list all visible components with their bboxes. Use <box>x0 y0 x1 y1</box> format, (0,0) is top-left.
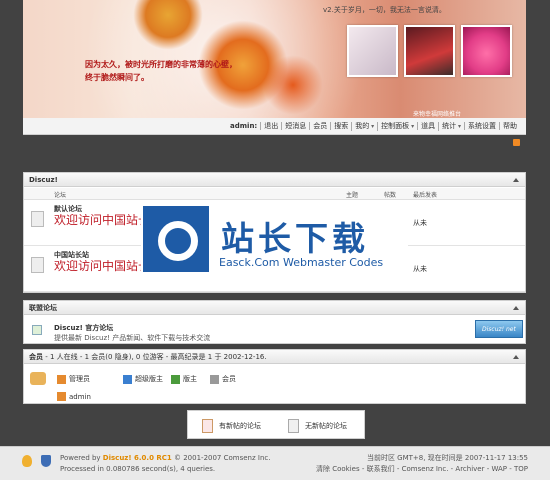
legend-nonew-label: 无新帖的论坛 <box>305 422 347 430</box>
banner-slogan-line1: 因为太久，被时光所打磨的非常薄的心壁， <box>85 60 237 69</box>
collapse-icon[interactable] <box>513 178 519 182</box>
discuz-logo-text: Discuz! net <box>482 326 516 333</box>
banner-thumb-3 <box>461 25 512 77</box>
forum-status-icon <box>31 211 44 227</box>
union-forum-name[interactable]: Discuz! 官方论坛 <box>54 323 113 333</box>
union-title[interactable]: 联盟论坛 <box>24 301 525 315</box>
online-title[interactable]: 会员 - 1 人在线 - 1 会员(0 隐身), 0 位游客 - 最高纪录是 1… <box>24 350 525 364</box>
legend-new-label: 有新帖的论坛 <box>219 422 261 430</box>
legend-label: 版主 <box>183 375 197 383</box>
watermark-logo-icon <box>143 206 209 272</box>
footer-links[interactable]: 清除 Cookies - 联系我们 - Comsenz Inc. - Archi… <box>316 465 528 473</box>
col-forum: 论坛 <box>54 192 67 199</box>
forum-icon-legend: 有新帖的论坛 无新帖的论坛 <box>187 410 365 439</box>
online-username: admin <box>69 392 91 401</box>
union-forum-description: 提供最新 Discuz! 产品新闻、软件下载与技术交流 <box>54 334 211 342</box>
category-title-text: Discuz! <box>29 176 58 184</box>
moderator-icon <box>171 374 180 384</box>
legend-label: 超级版主 <box>135 375 163 383</box>
powered-by: Powered by <box>60 454 103 462</box>
legend-admin: 管理员 <box>57 374 90 384</box>
forum-name[interactable]: 中国站长站 <box>54 250 89 260</box>
forum-last-post: 从未 <box>413 219 427 227</box>
watermark-subtitle: Easck.Com Webmaster Codes <box>219 256 384 269</box>
nav-stats[interactable]: 统计 <box>438 121 464 131</box>
user-group-icon <box>30 372 46 385</box>
nav-my[interactable]: 我的 <box>351 121 377 131</box>
banner-site-name: 来物幸福网络推台 <box>413 111 462 118</box>
header-banner: v2.关于岁月，一切，我无法一言说清。 因为太久，被时光所打磨的非常薄的心壁， … <box>23 0 526 118</box>
col-posts: 帖数 <box>384 192 397 199</box>
nav-system-settings[interactable]: 系统设置 <box>464 122 499 130</box>
footer: Powered by Discuz! 6.0.0 RC1 © 2001-2007… <box>0 446 550 480</box>
nav-control-panel[interactable]: 控制面板 <box>377 121 417 131</box>
rss-icon[interactable] <box>513 139 520 146</box>
online-stats: - 1 人在线 - 1 会员(0 隐身), 0 位游客 - 最高纪录是 1 于 … <box>43 353 267 361</box>
discuz-logo[interactable]: Discuz! net <box>475 320 523 338</box>
col-topics: 主题 <box>346 192 359 199</box>
nav-search[interactable]: 搜索 <box>330 122 351 130</box>
footer-right: 当前时区 GMT+8, 现在时间是 2007-11-17 13:55 清除 Co… <box>316 453 528 475</box>
nav-members[interactable]: 会员 <box>309 122 330 130</box>
category-title[interactable]: Discuz! <box>24 173 525 187</box>
legend-member: 会员 <box>210 374 236 384</box>
home-icon <box>32 325 42 335</box>
collapse-icon[interactable] <box>513 306 519 310</box>
super-moderator-icon <box>123 374 132 384</box>
member-icon <box>210 374 219 384</box>
forum-last-post: 从未 <box>413 265 427 273</box>
legend-moderator: 版主 <box>171 374 197 384</box>
watermark-title: 站长下载 <box>221 219 369 258</box>
username[interactable]: admin: <box>227 122 260 130</box>
legend-new-posts: 有新帖的论坛 <box>202 419 261 433</box>
nav-help[interactable]: 帮助 <box>499 122 520 130</box>
footer-left: Powered by Discuz! 6.0.0 RC1 © 2001-2007… <box>60 453 270 475</box>
user-nav: admin: 退出 短消息 会员 搜索 我的 控制面板 道具 统计 系统设置 帮… <box>23 118 526 135</box>
legend-no-new-posts: 无新帖的论坛 <box>288 419 347 433</box>
lightbulb-icon <box>22 455 32 467</box>
processing-info: Processed in 0.080786 second(s), 4 queri… <box>60 465 216 473</box>
online-label: 会员 <box>29 353 43 361</box>
nav-logout[interactable]: 退出 <box>260 122 281 130</box>
legend-label: 会员 <box>222 375 236 383</box>
banner-poem: v2.关于岁月，一切，我无法一言说清。 <box>323 6 446 14</box>
watermark-overlay: 站长下载 Easck.Com Webmaster Codes <box>141 204 408 274</box>
banner-slogan-line2: 终于脆然瞬间了。 <box>85 73 149 82</box>
col-last-post: 最后发表 <box>413 192 438 199</box>
copyright: © 2001-2007 Comsenz Inc. <box>171 454 271 462</box>
online-user[interactable]: admin <box>57 392 91 401</box>
current-time: 当前时区 GMT+8, 现在时间是 2007-11-17 13:55 <box>366 454 528 462</box>
admin-icon <box>57 392 66 401</box>
forum-name[interactable]: 默认论坛 <box>54 204 82 214</box>
admin-icon <box>57 374 66 384</box>
collapse-icon[interactable] <box>513 355 519 359</box>
union-forum-box: 联盟论坛 Discuz! 官方论坛 提供最新 Discuz! 产品新闻、软件下载… <box>23 300 526 344</box>
online-members-box: 会员 - 1 人在线 - 1 会员(0 隐身), 0 位游客 - 最高纪录是 1… <box>23 349 526 404</box>
no-new-posts-icon <box>288 419 299 433</box>
legend-super-moderator: 超级版主 <box>123 374 163 384</box>
union-title-text: 联盟论坛 <box>29 304 57 312</box>
nav-items[interactable]: 道具 <box>417 122 438 130</box>
banner-flower-image <box>263 55 323 115</box>
forum-status-icon <box>31 257 44 273</box>
forum-column-header: 论坛 主题 帖数 最后发表 <box>24 188 525 200</box>
nav-messages[interactable]: 短消息 <box>281 122 309 130</box>
product-link[interactable]: Discuz! 6.0.0 RC1 <box>103 454 172 462</box>
banner-thumb-1 <box>347 25 398 77</box>
legend-label: 管理员 <box>69 375 90 383</box>
new-posts-icon <box>202 419 213 433</box>
banner-thumb-2 <box>404 25 455 77</box>
shield-icon <box>41 455 51 467</box>
